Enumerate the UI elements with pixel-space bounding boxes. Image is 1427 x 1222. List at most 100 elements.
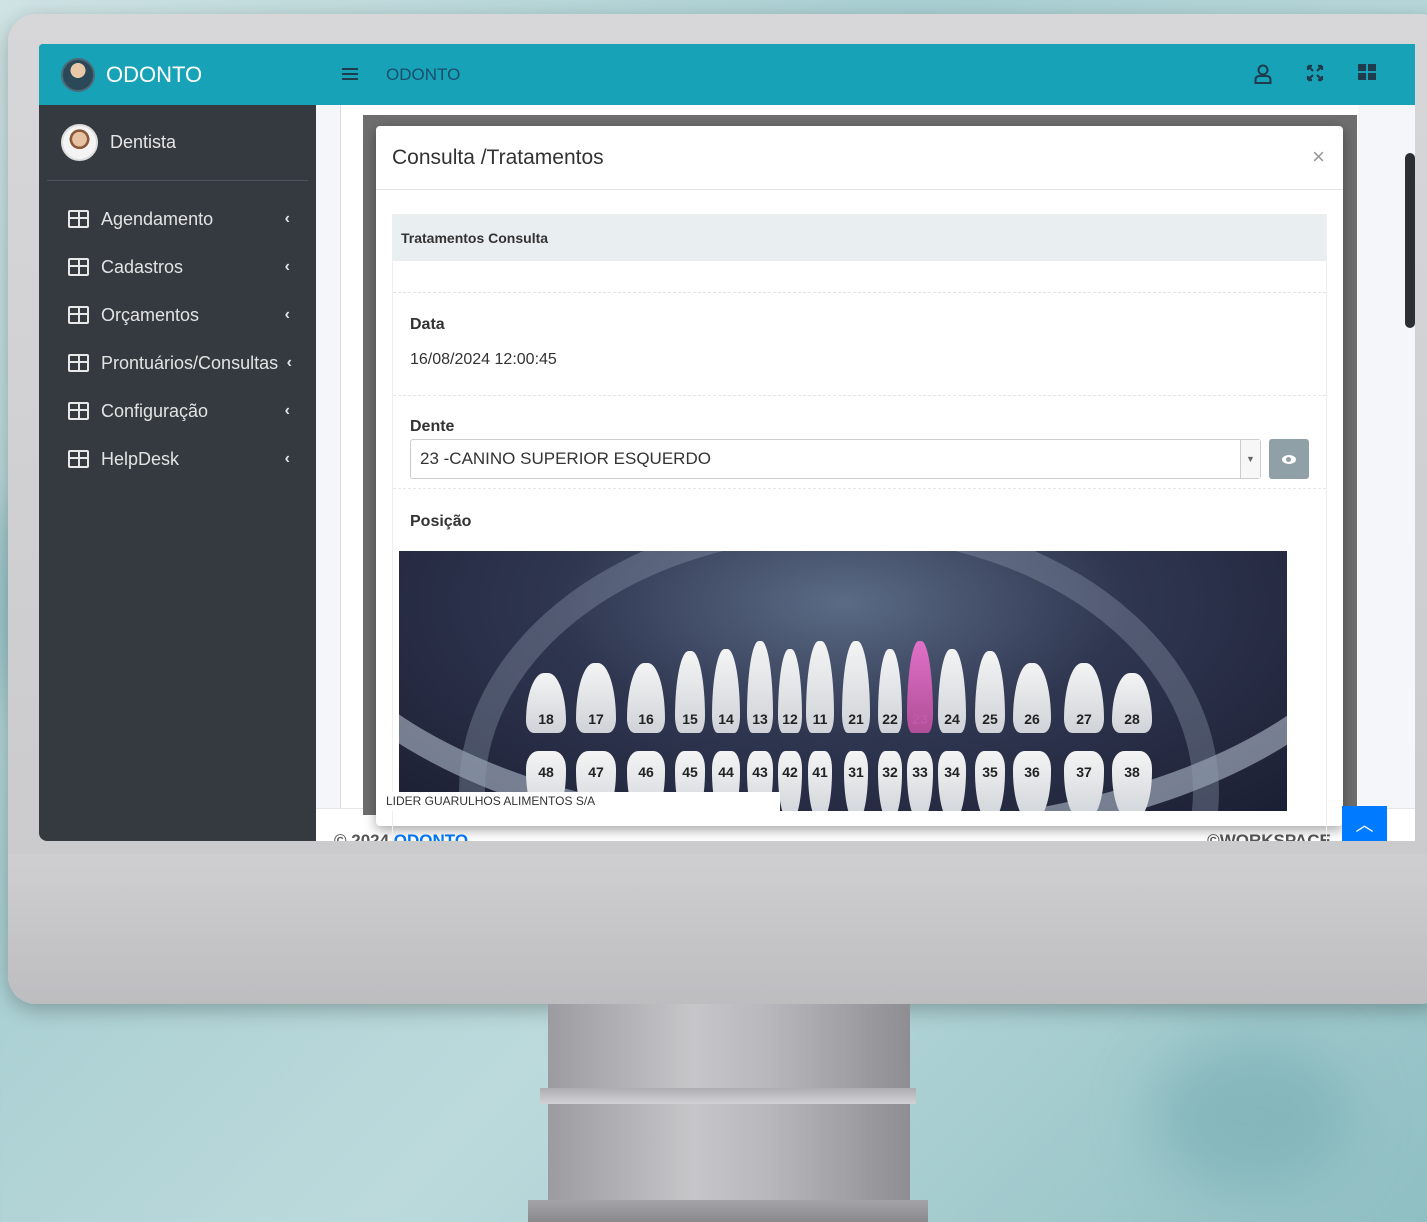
- tooth-label-35: 35: [982, 764, 998, 780]
- table-icon: [68, 354, 89, 372]
- sidebar-item-agendamento[interactable]: Agendamento ‹: [39, 195, 316, 243]
- tooth-label-28: 28: [1124, 711, 1140, 727]
- tooth-36[interactable]: [1013, 751, 1051, 811]
- tooth-label-33: 33: [912, 764, 928, 780]
- chevron-left-icon: ‹: [284, 258, 290, 275]
- modal-header: Consulta /Tratamentos ×: [376, 126, 1343, 190]
- tooth-34[interactable]: [938, 751, 966, 811]
- sidebar-item-label: Cadastros: [101, 256, 184, 277]
- chevron-left-icon: ‹: [284, 306, 290, 323]
- table-icon: [68, 450, 89, 468]
- sidebar-item-configuracao[interactable]: Configuração ‹: [39, 387, 316, 435]
- tooth-42[interactable]: [778, 751, 802, 811]
- tooth-label-15: 15: [682, 711, 698, 727]
- tooth-32[interactable]: [878, 751, 902, 811]
- card-spacer: [393, 261, 1326, 293]
- grid-icon[interactable]: [1357, 64, 1377, 84]
- sidebar-item-label: Agendamento: [101, 208, 214, 229]
- consulta-modal: Consulta /Tratamentos × Tratamentos Cons…: [376, 126, 1343, 841]
- dente-select-value: 23 -CANINO SUPERIOR ESQUERDO: [420, 449, 711, 468]
- tooth-label-38: 38: [1124, 764, 1140, 780]
- sidebar-item-label: Orçamentos: [101, 304, 200, 325]
- header-title[interactable]: ODONTO: [386, 65, 460, 85]
- tooth-label-14: 14: [718, 711, 734, 727]
- tooth-label-21: 21: [848, 711, 864, 727]
- tooth-label-25: 25: [982, 711, 998, 727]
- tooth-label-47: 47: [588, 764, 604, 780]
- data-field: Data 16/08/2024 12:00:45: [393, 293, 1326, 396]
- tooth-label-46: 46: [638, 764, 654, 780]
- sidebar-item-label: Configuração: [101, 400, 209, 421]
- eye-icon: [1282, 454, 1296, 464]
- tooth-label-32: 32: [882, 764, 898, 780]
- dental-xray-chart[interactable]: 18 17 16 15 14 13 12 11 21 22 23 24 25 26 27 28 48 47 46 45…: [399, 551, 1287, 811]
- tooth-label-23: 23: [912, 711, 928, 727]
- chevron-down-icon[interactable]: ▼: [1240, 440, 1260, 478]
- chevron-left-icon: ‹: [286, 354, 292, 371]
- tooth-35[interactable]: [975, 751, 1005, 811]
- sidebar-nav: Agendamento ‹ Cadastros ‹ Orçamentos ‹ P…: [39, 181, 316, 483]
- view-tooth-button[interactable]: [1269, 439, 1309, 479]
- tenant-name: LIDER GUARULHOS ALIMENTOS S/A: [384, 792, 780, 811]
- sidebar-item-label: HelpDesk: [101, 448, 180, 469]
- brand-logo-icon: [61, 57, 95, 92]
- sidebar-item-label: Prontuários/Consultas: [101, 352, 279, 373]
- tooth-33[interactable]: [907, 751, 933, 811]
- tooth-label-43: 43: [752, 764, 768, 780]
- tooth-label-13: 13: [752, 711, 768, 727]
- tooth-label-24: 24: [944, 711, 960, 727]
- tooth-41[interactable]: [808, 751, 832, 811]
- sidebar-item-cadastros[interactable]: Cadastros ‹: [39, 243, 316, 291]
- tooth-label-11: 11: [812, 711, 828, 727]
- scroll-to-top-button[interactable]: ︿: [1342, 806, 1387, 841]
- table-icon: [68, 210, 89, 228]
- dente-field: Dente 23 -CANINO SUPERIOR ESQUERDO ▼: [393, 396, 1326, 489]
- posicao-label: Posição: [410, 513, 472, 530]
- tooth-label-34: 34: [944, 764, 960, 780]
- sidebar-item-helpdesk[interactable]: HelpDesk ‹: [39, 435, 316, 483]
- dente-label: Dente: [410, 418, 455, 435]
- menu-icon[interactable]: [342, 68, 358, 81]
- tooth-label-42: 42: [782, 764, 798, 780]
- close-icon[interactable]: ×: [1312, 144, 1325, 170]
- table-icon: [68, 402, 89, 420]
- tooth-label-12: 12: [782, 711, 798, 727]
- chevron-left-icon: ‹: [284, 402, 290, 419]
- tooth-label-16: 16: [638, 711, 654, 727]
- user-name: Dentista: [110, 132, 177, 152]
- tooth-label-17: 17: [588, 711, 604, 727]
- tooth-label-27: 27: [1076, 711, 1092, 727]
- avatar: [61, 124, 98, 161]
- tooth-38[interactable]: [1112, 751, 1152, 811]
- modal-title: Consulta /Tratamentos: [392, 145, 604, 169]
- monitor-stand: [548, 1004, 910, 1222]
- tooth-label-44: 44: [718, 764, 734, 780]
- tooth-label-22: 22: [882, 711, 898, 727]
- tooth-label-26: 26: [1024, 711, 1040, 727]
- fullscreen-icon[interactable]: [1305, 64, 1325, 84]
- header-icons: [1253, 64, 1377, 84]
- data-label: Data: [410, 316, 445, 333]
- tooth-label-41: 41: [812, 764, 828, 780]
- tooth-label-37: 37: [1076, 764, 1092, 780]
- tooth-label-45: 45: [682, 764, 698, 780]
- brand-name: ODONTO: [106, 61, 203, 87]
- dente-select[interactable]: 23 -CANINO SUPERIOR ESQUERDO ▼: [410, 439, 1261, 479]
- sidebar-item-orcamentos[interactable]: Orçamentos ‹: [39, 291, 316, 339]
- scrollbar[interactable]: [1405, 153, 1415, 328]
- card-title: Tratamentos Consulta: [393, 215, 1326, 261]
- table-icon: [68, 306, 89, 324]
- sidebar-item-prontuarios[interactable]: Prontuários/Consultas ‹: [39, 339, 316, 387]
- chevron-left-icon: ‹: [284, 210, 290, 227]
- data-value: 16/08/2024 12:00:45: [410, 351, 557, 368]
- user-panel[interactable]: Dentista: [47, 105, 308, 181]
- chevron-up-icon: ︿: [1355, 814, 1374, 835]
- brand-link[interactable]: ODONTO: [39, 44, 316, 105]
- tooth-label-48: 48: [538, 764, 554, 780]
- tooth-label-31: 31: [848, 764, 864, 780]
- tooth-31[interactable]: [844, 751, 868, 811]
- tooth-37[interactable]: [1064, 751, 1104, 811]
- chevron-left-icon: ‹: [284, 450, 290, 467]
- monitor-stand-foot: [528, 1200, 928, 1222]
- user-icon[interactable]: [1253, 64, 1273, 84]
